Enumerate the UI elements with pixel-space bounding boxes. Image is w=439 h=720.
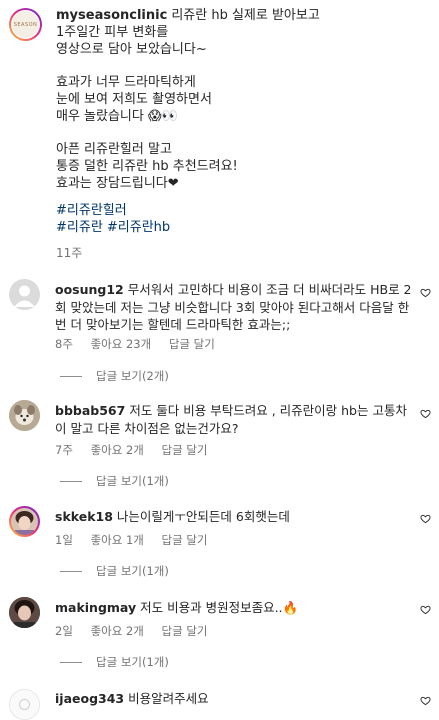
user-photo-icon	[11, 508, 38, 535]
hashtag-link[interactable]: #리쥬란힐러	[56, 203, 170, 220]
avatar[interactable]	[9, 597, 40, 628]
comment-meta: 7주 좋아요 2개 답글 달기	[55, 442, 222, 458]
caption-text: myseasonclinic 리쥬란 hb 실제로 받아보고 1주일간 피부 변화…	[56, 8, 426, 193]
hashtag-link[interactable]: #리쥬란 #리쥬란hb	[56, 220, 170, 237]
divider	[60, 481, 82, 482]
user-photo-icon	[10, 690, 39, 719]
heart-outline-icon[interactable]	[420, 287, 431, 298]
reply-button[interactable]: 답글 달기	[162, 443, 208, 457]
dog-photo-icon	[9, 400, 40, 431]
comment-text: skkek18 나는이릴게ㅜ안되든데 6회햇는데	[55, 508, 415, 526]
comment-meta: 1일 좋아요 1개 답글 달기	[55, 532, 222, 548]
heart-outline-icon[interactable]	[420, 408, 431, 419]
clinic-avatar[interactable]: SEASON	[9, 8, 42, 41]
view-replies-label: 답글 보기(1개)	[96, 564, 169, 578]
comment-likes[interactable]: 좋아요 23개	[91, 337, 152, 351]
reply-button[interactable]: 답글 달기	[169, 337, 215, 351]
comment-likes[interactable]: 좋아요 2개	[91, 624, 144, 638]
divider	[60, 376, 82, 377]
view-replies-button[interactable]: 답글 보기(1개)	[60, 563, 169, 579]
comment-body: 비용알려주세요	[128, 691, 209, 706]
view-replies-label: 답글 보기(1개)	[96, 655, 169, 669]
divider	[60, 571, 82, 572]
user-photo-icon	[9, 597, 40, 628]
comment-meta: 2일 좋아요 2개 답글 달기	[55, 623, 222, 639]
heart-outline-icon[interactable]	[420, 513, 431, 524]
view-replies-button[interactable]: 답글 보기(1개)	[60, 654, 169, 670]
comment-text: ijaeog343 비용알려주세요	[55, 690, 415, 708]
comment-username[interactable]: ijaeog343	[55, 691, 124, 706]
comment-username[interactable]: oosung12	[55, 282, 124, 297]
comment-body: 나는이릴게ㅜ안되든데 6회햇는데	[116, 509, 290, 524]
comment-likes[interactable]: 좋아요 1개	[91, 533, 144, 547]
comment-text: oosung12 무서워서 고민하다 비용이 조금 더 비싸더라도 HB로 2회…	[55, 281, 415, 334]
comment-timestamp: 2일	[55, 624, 73, 638]
comment-text: makingmay 저도 비용과 병원정보좀요..🔥	[55, 599, 415, 617]
avatar[interactable]	[9, 506, 40, 537]
comment-likes[interactable]: 좋아요 2개	[91, 443, 144, 457]
heart-outline-icon[interactable]	[420, 604, 431, 615]
comment-timestamp: 1일	[55, 533, 73, 547]
clinic-logo: SEASON	[11, 10, 40, 39]
comment-body: 저도 비용과 병원정보좀요..🔥	[140, 600, 299, 615]
heart-outline-icon[interactable]	[420, 695, 431, 706]
caption-body: 리쥬란 hb 실제로 받아보고 1주일간 피부 변화를 영상으로 담아 보았습니…	[56, 8, 320, 191]
avatar[interactable]	[9, 279, 40, 310]
view-replies-label: 답글 보기(2개)	[96, 369, 169, 383]
comment-username[interactable]: makingmay	[55, 600, 136, 615]
comment-username[interactable]: skkek18	[55, 509, 113, 524]
comment-timestamp: 7주	[55, 443, 73, 457]
view-replies-button[interactable]: 답글 보기(1개)	[60, 473, 169, 489]
comment-meta: 8주 좋아요 23개 답글 달기	[55, 336, 229, 352]
default-user-icon	[14, 285, 35, 307]
avatar[interactable]	[9, 400, 40, 431]
view-replies-label: 답글 보기(1개)	[96, 474, 169, 488]
avatar[interactable]	[9, 689, 40, 720]
reply-button[interactable]: 답글 달기	[162, 624, 208, 638]
divider	[60, 662, 82, 663]
view-replies-button[interactable]: 답글 보기(2개)	[60, 368, 169, 384]
comment-timestamp: 8주	[55, 337, 73, 351]
comment-username[interactable]: bbbab567	[55, 403, 125, 418]
comment-text: bbbab567 저도 둘다 비용 부탁드려요 , 리쥬란이랑 hb는 고통차이…	[55, 402, 415, 437]
reply-button[interactable]: 답글 달기	[162, 533, 208, 547]
caption-timestamp: 11주	[56, 246, 83, 260]
caption-username[interactable]: myseasonclinic	[56, 8, 167, 23]
caption-hashtags: #리쥬란힐러 #리쥬란 #리쥬란hb	[56, 203, 170, 236]
